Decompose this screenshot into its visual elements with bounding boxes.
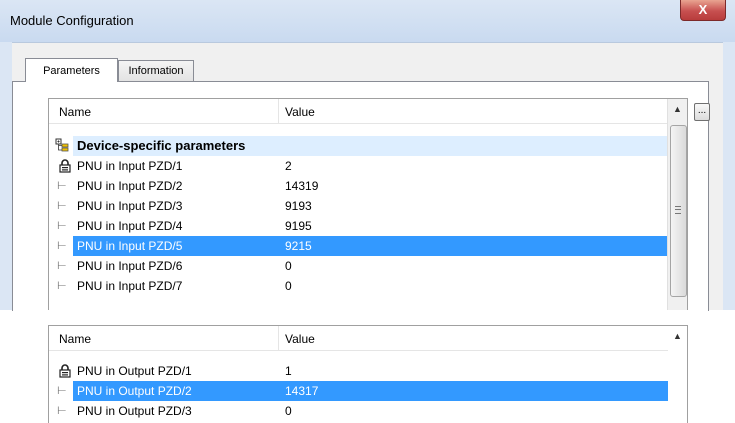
arrow-icon: ⊢ — [57, 405, 67, 417]
window-titlebar: Module Configuration — [0, 0, 735, 42]
vertical-scrollbar[interactable]: ▲ — [667, 99, 687, 310]
group-label: Device-specific parameters — [77, 138, 246, 153]
ellipsis-icon: ... — [697, 105, 707, 116]
list-item[interactable]: PNU in Output PZD/1 1 — [49, 361, 670, 381]
arrow-icon: ⊢ — [57, 220, 67, 232]
column-header-name[interactable]: Name — [59, 105, 91, 119]
window-frame-right — [723, 42, 735, 310]
list-item[interactable]: ⊢ PNU in Input PZD/4 9195 — [49, 216, 670, 236]
close-button[interactable]: X — [680, 0, 726, 21]
parameter-name: PNU in Input PZD/3 — [77, 199, 183, 213]
tab-parameters-label: Parameters — [43, 65, 100, 77]
list-item-selected[interactable]: PNU in Input PZD/5 9215 — [73, 236, 684, 256]
column-header-value[interactable]: Value — [285, 105, 315, 119]
output-parameter-list: Name Value PNU in Output PZD/1 1 ⊢ PNU i… — [48, 325, 688, 423]
list-item[interactable]: ⊢ PNU in Input PZD/7 0 — [49, 276, 670, 296]
parameter-value: 9193 — [285, 199, 312, 213]
parameter-name: PNU in Output PZD/1 — [77, 364, 192, 378]
parameter-name: PNU in Input PZD/7 — [77, 279, 183, 293]
column-separator[interactable] — [278, 326, 279, 350]
window-frame-left — [0, 42, 12, 310]
parameter-value: 9195 — [285, 219, 312, 233]
arrow-icon: ⊢ — [57, 280, 67, 292]
parameter-list: Name Value Device-specific parameters PN… — [48, 98, 688, 310]
list-item[interactable]: PNU in Input PZD/1 2 — [49, 156, 670, 176]
arrow-icon: ⊢ — [57, 385, 67, 397]
parameter-name: PNU in Output PZD/2 — [77, 384, 192, 398]
parameter-name: PNU in Input PZD/2 — [77, 179, 183, 193]
lock-icon — [59, 364, 71, 378]
parameter-name: PNU in Output PZD/3 — [77, 404, 192, 418]
close-icon: X — [698, 2, 708, 17]
scrollbar-thumb[interactable] — [670, 125, 687, 297]
list-header: Name Value — [49, 99, 670, 124]
parameter-value: 14319 — [285, 179, 319, 193]
parameter-value: 0 — [285, 259, 292, 273]
scroll-up-icon[interactable]: ▲ — [671, 104, 684, 116]
arrow-icon: ⊢ — [57, 240, 67, 252]
list-item[interactable]: ⊢ PNU in Input PZD/6 0 — [49, 256, 670, 276]
group-row-device-specific[interactable]: Device-specific parameters — [55, 136, 684, 156]
list-header: Name Value — [49, 326, 670, 351]
arrow-icon: ⊢ — [57, 180, 67, 192]
tab-information[interactable]: Information — [118, 60, 194, 82]
list-item[interactable]: ⊢ PNU in Input PZD/3 9193 — [49, 196, 670, 216]
tab-parameters[interactable]: Parameters — [25, 58, 118, 82]
parameter-name: PNU in Input PZD/4 — [77, 219, 183, 233]
vertical-scrollbar[interactable]: ▲ — [668, 326, 687, 423]
column-header-name[interactable]: Name — [59, 332, 91, 346]
parameter-value: 14317 — [285, 384, 319, 398]
parameter-value: 2 — [285, 159, 292, 173]
tree-group-icon — [55, 138, 69, 152]
arrow-icon: ⊢ — [57, 260, 67, 272]
parameter-value: 0 — [285, 404, 292, 418]
parameter-name: PNU in Input PZD/1 — [77, 159, 183, 173]
parameter-name: PNU in Input PZD/6 — [77, 259, 183, 273]
list-item-selected[interactable]: PNU in Output PZD/2 14317 — [73, 381, 684, 401]
list-item[interactable]: ⊢ PNU in Input PZD/2 14319 — [49, 176, 670, 196]
column-separator[interactable] — [278, 99, 279, 123]
parameter-value: 0 — [285, 279, 292, 293]
list-item[interactable]: ⊢ PNU in Output PZD/3 0 — [49, 401, 670, 421]
browse-button[interactable]: ... — [694, 103, 710, 121]
parameter-value: 1 — [285, 364, 292, 378]
grip-icon — [675, 206, 681, 214]
tab-information-label: Information — [128, 65, 184, 77]
window-title: Module Configuration — [10, 13, 134, 28]
column-header-value[interactable]: Value — [285, 332, 315, 346]
parameter-value: 9215 — [285, 239, 312, 253]
scroll-up-icon[interactable]: ▲ — [671, 331, 684, 343]
arrow-icon: ⊢ — [57, 200, 67, 212]
parameter-name: PNU in Input PZD/5 — [77, 239, 183, 253]
lock-icon — [59, 159, 71, 173]
